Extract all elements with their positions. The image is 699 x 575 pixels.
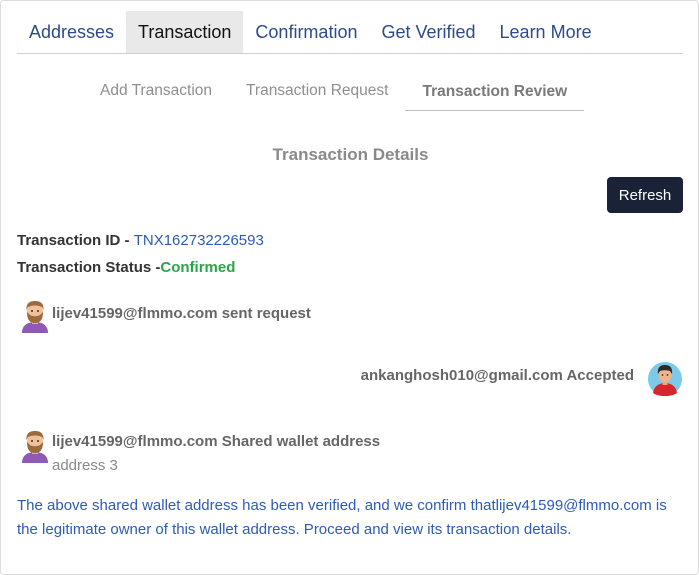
sub-tab-bar: Add Transaction Transaction Request Tran… [83,73,585,111]
tab-confirmation[interactable]: Confirmation [243,11,369,53]
bearded-user-avatar-icon [22,301,48,333]
event-shared-wallet: lijev41599@flmmo.com Shared wallet addre… [52,433,381,450]
shared-wallet-address: address 3 [52,457,118,474]
transaction-id-label: Transaction ID - [17,232,134,249]
transaction-id-value[interactable]: TNX162732226593 [134,232,264,249]
tab-get-verified[interactable]: Get Verified [369,11,487,53]
transaction-status-value: Confirmed [160,259,236,276]
section-title: Transaction Details [272,145,429,164]
top-tab-bar: Addresses Transaction Confirmation Get V… [17,11,683,54]
event-accepted: ankanghosh010@gmail.com Accepted [360,367,634,384]
subtab-transaction-request[interactable]: Transaction Request [229,73,405,109]
transaction-id-row: Transaction ID - TNX162732226593 [17,232,264,249]
tab-learn-more[interactable]: Learn More [488,11,604,53]
transaction-status-row: Transaction Status -Confirmed [17,259,235,276]
verification-message: The above shared wallet address has been… [17,497,667,538]
transaction-card: Addresses Transaction Confirmation Get V… [0,0,699,575]
tab-addresses[interactable]: Addresses [17,11,126,53]
red-hoodie-user-avatar-icon [648,362,682,396]
subtab-add-transaction[interactable]: Add Transaction [83,73,229,109]
tab-transaction[interactable]: Transaction [126,11,244,53]
event-sent-request: lijev41599@flmmo.com sent request [52,305,311,322]
bearded-user-avatar-icon [22,431,48,463]
subtab-transaction-review[interactable]: Transaction Review [405,73,585,111]
transaction-status-label: Transaction Status - [17,259,161,276]
refresh-button[interactable]: Refresh [607,177,683,213]
